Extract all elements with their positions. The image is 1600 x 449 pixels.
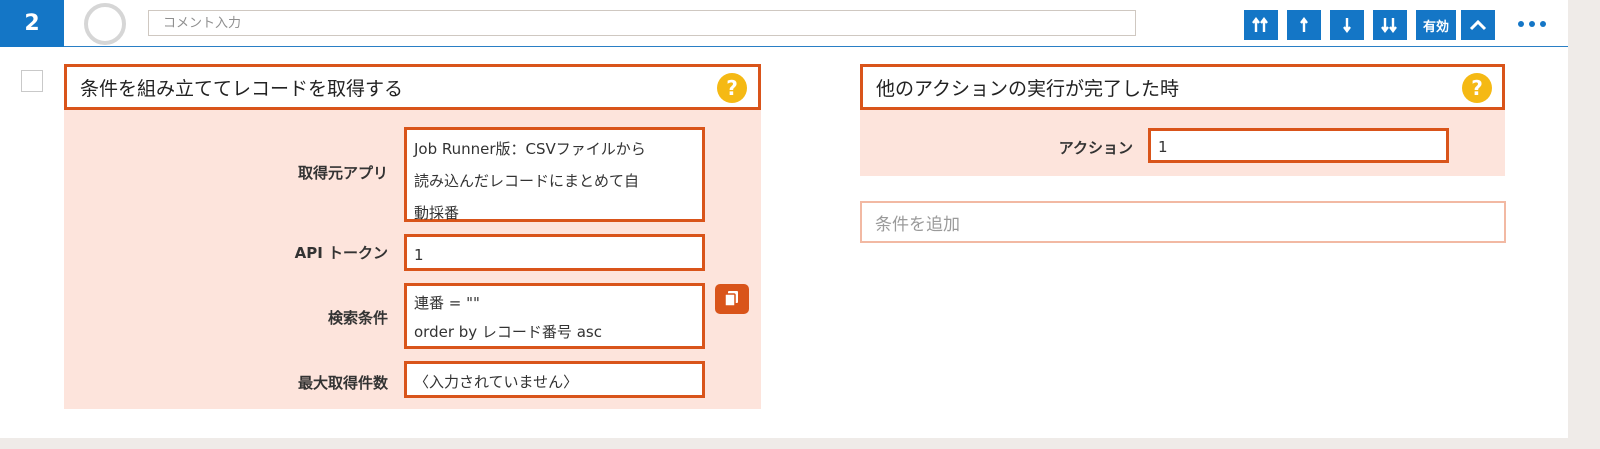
max-records-label: 最大取得件数 <box>297 374 388 392</box>
page-gutter <box>1568 0 1600 449</box>
help-icon[interactable]: ? <box>717 73 747 103</box>
dot-icon <box>1518 21 1524 27</box>
header-divider <box>64 46 1568 47</box>
arrow-up-icon <box>1300 17 1308 32</box>
query-condition-label: 検索条件 <box>327 309 388 327</box>
action-title: 条件を組み立ててレコードを取得する <box>80 77 404 100</box>
move-down-button[interactable] <box>1330 10 1364 40</box>
more-options-button[interactable] <box>1512 12 1552 36</box>
source-app-field[interactable]: Job Runner版：CSVファイルから 読み込んだレコードにまとめて自 動採… <box>404 127 705 222</box>
trigger-title-box[interactable]: 他のアクションの実行が完了した時 <box>860 64 1505 110</box>
add-condition-label: 条件を追加 <box>875 214 960 235</box>
arrow-down-icon <box>1343 18 1351 33</box>
move-to-bottom-icon <box>1381 18 1397 33</box>
collapse-button[interactable] <box>1461 10 1495 40</box>
step-number: 2 <box>24 11 40 36</box>
step-card: 2 有効 条件 <box>0 0 1568 438</box>
source-app-label: 取得元アプリ <box>297 164 388 182</box>
copy-button[interactable] <box>715 284 749 314</box>
step-number-badge: 2 <box>0 0 64 47</box>
move-to-top-button[interactable] <box>1244 10 1278 40</box>
action-field[interactable]: 1 <box>1148 128 1449 163</box>
action-title-box[interactable]: 条件を組み立ててレコードを取得する <box>64 64 761 110</box>
select-checkbox[interactable] <box>21 70 43 92</box>
help-icon[interactable]: ? <box>1462 73 1492 103</box>
move-to-top-icon <box>1252 17 1268 32</box>
api-token-label: API トークン <box>294 244 388 262</box>
dot-icon <box>1540 21 1546 27</box>
api-token-field[interactable]: 1 <box>404 234 705 271</box>
copy-icon <box>724 291 738 307</box>
chevron-up-icon <box>1469 19 1487 31</box>
query-condition-field[interactable]: 連番 = "" order by レコード番号 asc <box>404 283 705 349</box>
move-to-bottom-button[interactable] <box>1373 10 1407 40</box>
add-condition-button[interactable]: 条件を追加 <box>860 201 1506 243</box>
comment-input[interactable] <box>148 10 1136 36</box>
dot-icon <box>1529 21 1535 27</box>
action-label: アクション <box>1058 139 1133 157</box>
enable-label: 有効 <box>1422 19 1449 35</box>
loading-spinner-icon <box>84 3 126 45</box>
trigger-title: 他のアクションの実行が完了した時 <box>876 77 1180 100</box>
move-up-button[interactable] <box>1287 10 1321 40</box>
enable-toggle-button[interactable]: 有効 <box>1416 10 1456 40</box>
max-records-field[interactable]: 〈入力されていません〉 <box>404 361 705 398</box>
